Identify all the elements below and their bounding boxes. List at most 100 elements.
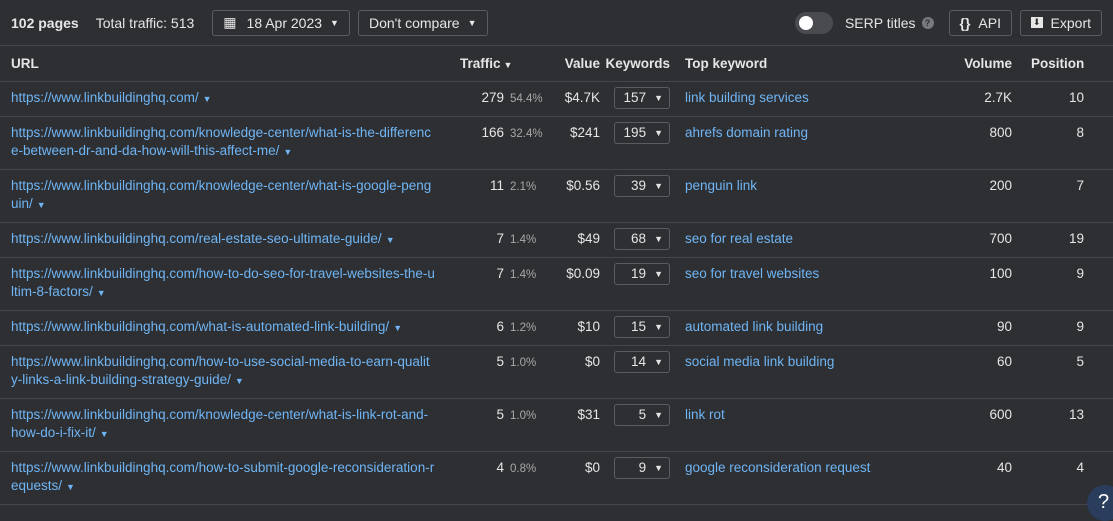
value-cell: $0	[546, 345, 600, 399]
keywords-cell: 68 ▼	[600, 222, 674, 258]
export-label: Export	[1050, 14, 1091, 31]
top-keyword-cell: seo for real estate	[674, 222, 934, 258]
top-keyword-cell: automated link building	[674, 310, 934, 346]
url-cell: https://www.linkbuildinghq.com/real-esta…	[0, 222, 446, 258]
traffic-value: 5	[496, 406, 504, 422]
download-icon: ⬇	[1030, 17, 1043, 28]
col-volume[interactable]: Volume	[934, 46, 1020, 82]
volume-cell: 100	[934, 257, 1020, 311]
traffic-cell: 5 1.0%	[446, 345, 546, 399]
traffic-percent: 2.1%	[510, 180, 537, 193]
chevron-down-icon[interactable]: ▼	[37, 200, 46, 210]
keywords-count: 9	[638, 459, 647, 475]
top-keyword-cell: seo for travel websites	[674, 257, 934, 311]
keywords-dropdown[interactable]: 5 ▼	[614, 403, 670, 426]
keywords-dropdown[interactable]: 14 ▼	[614, 350, 670, 373]
chevron-down-icon[interactable]: ▼	[283, 147, 292, 157]
keywords-dropdown[interactable]: 39 ▼	[614, 174, 670, 197]
volume-cell: 600	[934, 398, 1020, 452]
top-keyword-link[interactable]: social media link building	[685, 354, 834, 369]
top-keyword-link[interactable]: automated link building	[685, 319, 823, 334]
url-link[interactable]: https://www.linkbuildinghq.com/knowledge…	[11, 125, 431, 158]
keywords-cell: 5 ▼	[600, 398, 674, 452]
toolbar: 102 pages Total traffic: 513 ▦ 18 Apr 202…	[0, 0, 1113, 46]
keywords-dropdown[interactable]: 19 ▼	[614, 262, 670, 285]
table-row: https://www.linkbuildinghq.com/real-esta…	[0, 222, 1113, 258]
volume-cell: 700	[934, 222, 1020, 258]
url-link[interactable]: https://www.linkbuildinghq.com/how-to-us…	[11, 354, 430, 387]
col-traffic[interactable]: Traffic ▼	[446, 46, 546, 82]
help-icon[interactable]: ?	[921, 16, 934, 29]
top-keyword-link[interactable]: seo for real estate	[685, 231, 793, 246]
chevron-down-icon[interactable]: ▼	[386, 235, 395, 245]
api-label: API	[978, 14, 1001, 31]
url-cell: https://www.linkbuildinghq.com/how-to-su…	[0, 451, 446, 505]
chevron-down-icon[interactable]: ▼	[97, 288, 106, 298]
traffic-value: 5	[496, 353, 504, 369]
keywords-count: 68	[631, 230, 647, 246]
value-cell: $49	[546, 222, 600, 258]
top-keyword-cell: link rot	[674, 398, 934, 452]
col-keywords[interactable]: Keywords	[600, 46, 674, 82]
url-link[interactable]: https://www.linkbuildinghq.com/knowledge…	[11, 407, 428, 440]
help-chat-button[interactable]: ?	[1087, 485, 1113, 521]
export-button[interactable]: ⬇ Export	[1019, 9, 1102, 36]
keywords-dropdown[interactable]: 157 ▼	[614, 86, 670, 109]
chevron-down-icon[interactable]: ▼	[203, 94, 212, 104]
calendar-icon: ▦	[223, 14, 237, 30]
top-keyword-cell: ahrefs domain rating	[674, 116, 934, 170]
url-cell: https://www.linkbuildinghq.com/knowledge…	[0, 398, 446, 452]
url-link[interactable]: https://www.linkbuildinghq.com/how-to-do…	[11, 266, 435, 299]
api-button[interactable]: {} API	[948, 9, 1012, 36]
keywords-dropdown[interactable]: 15 ▼	[614, 315, 670, 338]
keywords-dropdown[interactable]: 9 ▼	[614, 456, 670, 479]
top-keyword-link[interactable]: penguin link	[685, 178, 757, 193]
keywords-cell: 14 ▼	[600, 345, 674, 399]
chevron-down-icon[interactable]: ▼	[393, 323, 402, 333]
traffic-cell: 4 0.8%	[446, 451, 546, 505]
col-value[interactable]: Value	[546, 46, 600, 82]
traffic-value: 6	[496, 318, 504, 334]
volume-cell: 90	[934, 310, 1020, 346]
table-row: https://www.linkbuildinghq.com/what-is-a…	[0, 310, 1113, 346]
top-keyword-link[interactable]: link building services	[685, 90, 809, 105]
table-row: https://www.linkbuildinghq.com/knowledge…	[0, 169, 1113, 223]
url-cell: https://www.linkbuildinghq.com/knowledge…	[0, 169, 446, 223]
url-link[interactable]: https://www.linkbuildinghq.com/what-is-a…	[11, 319, 389, 334]
top-keyword-link[interactable]: ahrefs domain rating	[685, 125, 808, 140]
volume-cell: 200	[934, 169, 1020, 223]
compare-dropdown[interactable]: Don't compare ▼	[357, 9, 488, 36]
table-row: https://www.linkbuildinghq.com/how-to-us…	[0, 345, 1113, 399]
chevron-down-icon[interactable]: ▼	[66, 482, 75, 492]
col-url[interactable]: URL	[0, 46, 446, 82]
top-keyword-cell: google reconsideration request	[674, 451, 934, 505]
serp-titles-label: SERP titles	[844, 14, 916, 31]
braces-icon: {}	[959, 14, 971, 31]
url-link[interactable]: https://www.linkbuildinghq.com/knowledge…	[11, 178, 431, 211]
col-top-keyword[interactable]: Top keyword	[674, 46, 934, 82]
chevron-down-icon: ▼	[654, 409, 663, 420]
position-cell: 19	[1020, 222, 1113, 258]
traffic-cell: 166 32.4%	[446, 116, 546, 170]
url-link[interactable]: https://www.linkbuildinghq.com/real-esta…	[11, 231, 382, 246]
chevron-down-icon: ▼	[330, 17, 339, 28]
serp-titles-toggle[interactable]	[794, 11, 833, 34]
top-keyword-link[interactable]: seo for travel websites	[685, 266, 819, 281]
table-row: https://www.linkbuildinghq.com/knowledge…	[0, 398, 1113, 452]
keywords-cell: 19 ▼	[600, 257, 674, 311]
top-keyword-link[interactable]: link rot	[685, 407, 725, 422]
value-cell: $241	[546, 116, 600, 170]
keywords-dropdown[interactable]: 195 ▼	[614, 121, 670, 144]
date-picker[interactable]: ▦ 18 Apr 2023 ▼	[212, 9, 350, 36]
col-position[interactable]: Position	[1020, 46, 1113, 82]
chevron-down-icon[interactable]: ▼	[100, 429, 109, 439]
table-row: https://www.linkbuildinghq.com/ ▼ 279 54.4…	[0, 81, 1113, 117]
keywords-count: 14	[631, 353, 647, 369]
chevron-down-icon[interactable]: ▼	[235, 376, 244, 386]
keywords-dropdown[interactable]: 68 ▼	[614, 227, 670, 250]
keywords-cell: 15 ▼	[600, 310, 674, 346]
traffic-value: 166	[481, 124, 504, 140]
chevron-down-icon: ▼	[654, 92, 663, 103]
top-keyword-link[interactable]: google reconsideration request	[685, 460, 870, 475]
url-link[interactable]: https://www.linkbuildinghq.com/	[11, 90, 199, 105]
